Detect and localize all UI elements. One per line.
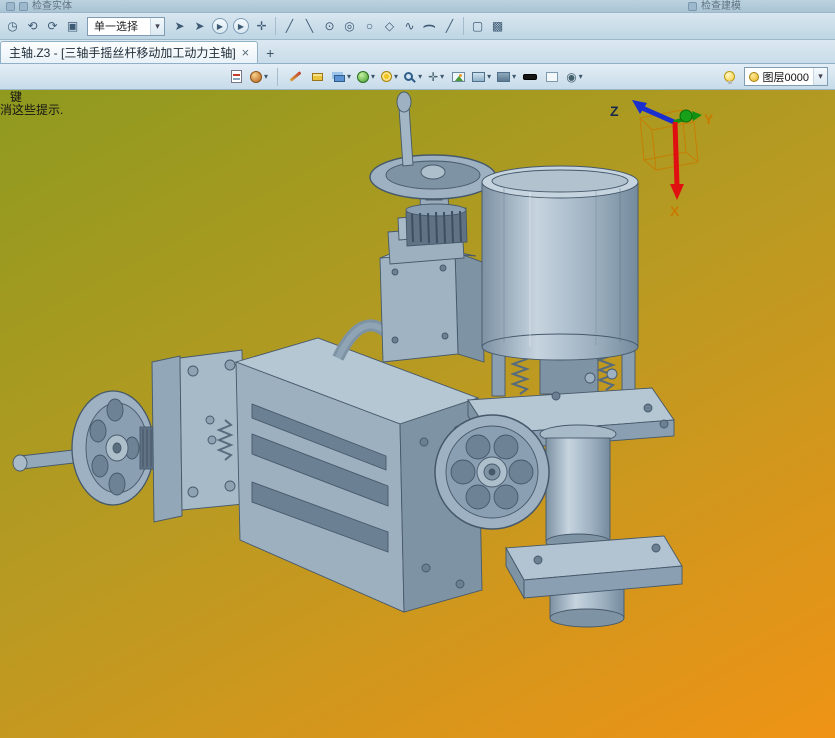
check-modeling-icon[interactable] (688, 1, 697, 11)
arc-tool-icon[interactable]: ( (420, 17, 439, 36)
material-ball-icon[interactable]: ▾ (250, 67, 268, 87)
viewport-hint-text: 键 消这些提示. (0, 91, 63, 117)
line-tool-icon[interactable]: ╱ (280, 17, 299, 36)
play-icon[interactable]: ▶ (212, 18, 228, 34)
document-tab-bar: 主轴.Z3 - [三轴手摇丝杆移动加工动力主轴] × + (0, 40, 835, 64)
toolbar-separator (463, 17, 464, 35)
lightbulb-icon[interactable] (722, 67, 738, 87)
play-alt-icon[interactable]: ▶ (233, 18, 249, 34)
section-view-icon[interactable]: ▾ (381, 67, 398, 87)
reference-icon[interactable]: ▢ (468, 17, 487, 36)
background-icon[interactable]: ▾ (497, 67, 516, 87)
chevron-down-icon[interactable]: ▾ (813, 68, 827, 85)
layer-value: 图层0000 (762, 71, 809, 84)
view-toolbar: ▾ ▾ ▾ ▾ ▾ ✛ ▾ ▾ ▾ ◉ ▾ 图层0000 ▾ (0, 64, 835, 90)
y-axis-ball (679, 109, 693, 123)
toolbar-separator (277, 67, 279, 86)
pick-add-cursor-icon[interactable]: ➤ (190, 17, 209, 36)
orientation-triad[interactable]: Z Y X (602, 94, 732, 226)
pick-cursor-icon[interactable]: ➤ (170, 17, 189, 36)
tab-active-document[interactable]: 主轴.Z3 - [三轴手摇丝杆移动加工动力主轴] × (0, 41, 259, 63)
render-mode-icon[interactable]: ▾ (357, 67, 375, 87)
z-axis-arrow (638, 104, 676, 125)
solid-stack-icon[interactable]: ▾ (331, 67, 351, 87)
hatch-icon[interactable]: ▩ (488, 17, 507, 36)
selection-toolbar: ◷ ⟲ ⟳ ▣ 单一选择 ▾ ➤ ➤ ▶ ▶ ✛ ╱ ╲ ⊙ ◎ ○ ◇ ∿ (… (0, 13, 835, 40)
ribbon-group-check-entity[interactable]: 检查实体 (32, 0, 72, 13)
image-capture-icon[interactable] (450, 67, 466, 87)
check-entity-icon-2[interactable] (19, 1, 28, 11)
hint-line-2: 消这些提示. (0, 103, 64, 117)
cad-application-window: 检查实体 检查建模 ◷ ⟲ ⟳ ▣ 单一选择 ▾ ➤ ➤ ▶ ▶ ✛ ╱ ╲ ⊙… (0, 0, 835, 738)
layer-cluster: 图层0000 ▾ (722, 67, 831, 87)
white-plane-icon[interactable] (544, 67, 560, 87)
tab-close-icon[interactable]: × (242, 45, 250, 60)
z-axis-label: Z (610, 103, 619, 119)
history-icon[interactable]: ◷ (3, 17, 22, 36)
toolbar-separator (275, 17, 276, 35)
redo-icon[interactable]: ⟳ (43, 17, 62, 36)
polyline-tool-icon[interactable]: ╲ (300, 17, 319, 36)
check-entity-icon[interactable] (6, 1, 15, 11)
move-icon[interactable]: ✛ (252, 17, 271, 36)
selection-mode-value: 单一选择 (94, 21, 138, 33)
file-part-icon[interactable] (228, 67, 244, 87)
x-axis-arrow (672, 121, 680, 187)
chevron-down-icon[interactable]: ▾ (150, 17, 164, 35)
zoom-icon[interactable]: ▾ (404, 67, 422, 87)
circle-tool-icon[interactable]: ○ (360, 17, 379, 36)
viewport-3d[interactable]: 键 消这些提示. Z Y X (0, 90, 835, 738)
new-tab-button[interactable]: + (258, 43, 282, 63)
undo-icon[interactable]: ⟲ (23, 17, 42, 36)
slash-tool-icon[interactable]: ╱ (440, 17, 459, 36)
layer-color-icon (748, 71, 759, 82)
filter-square-icon[interactable]: ▣ (63, 17, 82, 36)
sketch-pencil-icon[interactable] (287, 67, 303, 87)
point-tool-icon[interactable]: ⊙ (320, 17, 339, 36)
display-mode-icon[interactable]: ▾ (472, 67, 491, 87)
visibility-eye-icon[interactable]: ◉ ▾ (566, 67, 583, 87)
layer-select[interactable]: 图层0000 ▾ (743, 67, 828, 86)
polygon-tool-icon[interactable]: ◇ (380, 17, 399, 36)
tab-label: 主轴.Z3 - [三轴手摇丝杆移动加工动力主轴] (9, 46, 236, 60)
black-bar-icon[interactable] (522, 67, 538, 87)
spline-tool-icon[interactable]: ∿ (400, 17, 419, 36)
ribbon-group-check-modeling[interactable]: 检查建模 (701, 0, 741, 13)
x-axis-label: X (670, 203, 680, 219)
ribbon-strip: 检查实体 检查建模 (0, 0, 835, 13)
view-orient-icon[interactable]: ✛ ▾ (428, 67, 444, 87)
center-circle-tool-icon[interactable]: ◎ (340, 17, 359, 36)
selection-mode-select[interactable]: 单一选择 ▾ (87, 16, 165, 36)
extrude-box-icon[interactable] (309, 67, 325, 87)
y-axis-label: Y (704, 111, 714, 127)
